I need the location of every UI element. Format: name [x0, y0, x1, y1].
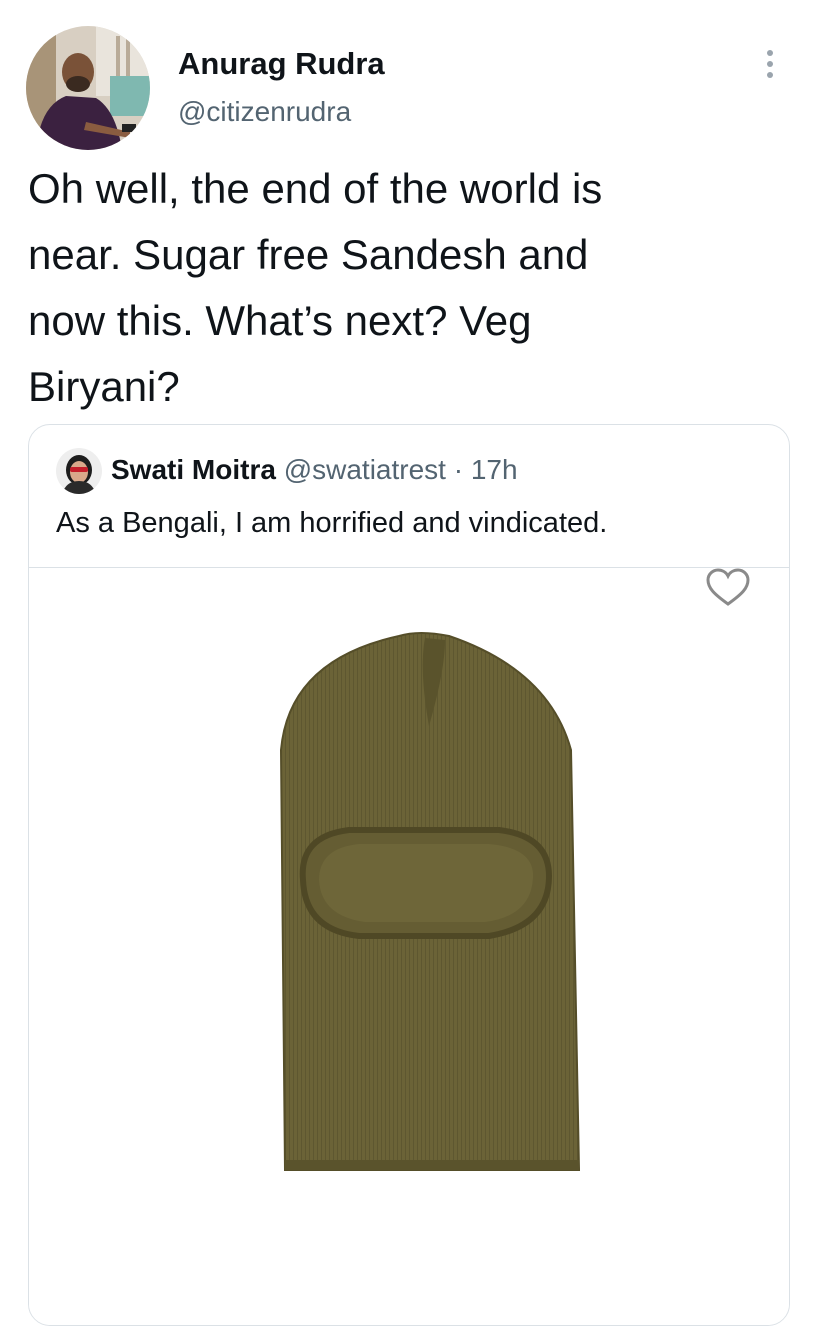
quoted-avatar-photo-icon	[56, 448, 102, 494]
balaclava-image	[279, 632, 581, 1171]
tweet-header: Anurag Rudra @citizenrudra	[0, 0, 817, 150]
tweet-text: Oh well, the end of the world is near. S…	[28, 165, 603, 410]
author-avatar[interactable]	[26, 26, 150, 150]
more-options-icon[interactable]	[752, 40, 788, 88]
quoted-tweet-text: As a Bengali, I am horrified and vindica…	[56, 507, 608, 539]
author-handle[interactable]: @citizenrudra	[178, 96, 351, 128]
time-separator: ·	[453, 454, 464, 485]
quoted-timestamp[interactable]: 17h	[471, 454, 518, 485]
quoted-media[interactable]	[29, 567, 789, 1325]
quoted-author-name[interactable]: Swati Moitra	[111, 454, 276, 485]
quoted-tweet-card[interactable]: Swati Moitra @swatiatrest · 17h As a Ben…	[28, 424, 790, 1326]
heart-icon[interactable]	[704, 568, 752, 608]
quoted-author-handle[interactable]: @swatiatrest	[284, 454, 446, 485]
quoted-author-line: Swati Moitra @swatiatrest · 17h	[111, 454, 518, 486]
author-name[interactable]: Anurag Rudra	[178, 46, 385, 82]
quoted-author-avatar[interactable]	[56, 448, 102, 494]
avatar-photo-icon	[26, 26, 150, 150]
